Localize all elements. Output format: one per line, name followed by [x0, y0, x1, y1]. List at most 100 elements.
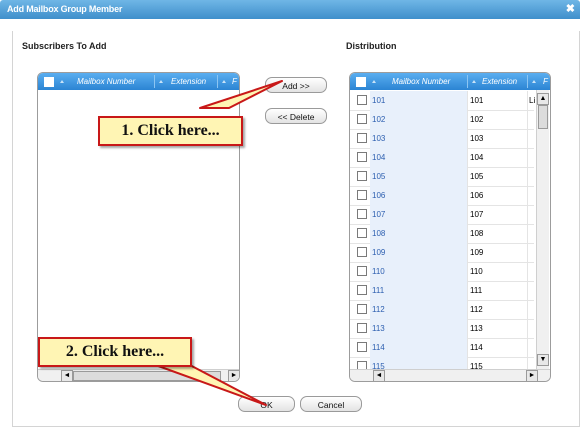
- mailbox-number-cell: 105: [370, 167, 467, 186]
- row-checkbox[interactable]: [357, 152, 367, 162]
- cell-separator: [527, 243, 528, 262]
- cell-separator: [527, 167, 528, 186]
- add-button[interactable]: Add >>: [265, 77, 327, 93]
- cell-separator: [527, 110, 528, 129]
- step2-callout: 2. Click here...: [38, 337, 192, 367]
- close-icon[interactable]: ✖: [566, 2, 575, 15]
- mailbox-number-cell: 114: [370, 338, 467, 357]
- table-row[interactable]: 102 102: [350, 110, 534, 130]
- cell-separator: [527, 129, 528, 148]
- scroll-right-icon[interactable]: ►: [526, 370, 538, 381]
- table-row[interactable]: 104 104: [350, 148, 534, 168]
- extension-cell: 114: [470, 343, 483, 352]
- cell-separator: [527, 91, 528, 110]
- mailbox-number-cell: 109: [370, 243, 467, 262]
- table-row[interactable]: 110 110: [350, 262, 534, 282]
- distribution-grid: Mailbox Number Extension F 101 101 Li 102 10…: [349, 72, 551, 382]
- row-checkbox[interactable]: [357, 266, 367, 276]
- row-checkbox[interactable]: [357, 133, 367, 143]
- mailbox-number-cell: 111: [370, 281, 467, 300]
- row-checkbox[interactable]: [357, 171, 367, 181]
- table-row[interactable]: 103 103: [350, 129, 534, 149]
- table-row[interactable]: 105 105: [350, 167, 534, 187]
- column-first-name[interactable]: F: [543, 73, 548, 90]
- extension-cell: 106: [470, 191, 484, 200]
- scroll-right-icon[interactable]: ►: [228, 370, 239, 381]
- column-extension[interactable]: Extension: [171, 73, 206, 90]
- table-row[interactable]: 109 109: [350, 243, 534, 263]
- first-name-cell: Li: [529, 96, 536, 105]
- extension-cell: 107: [470, 210, 484, 219]
- scroll-down-icon[interactable]: ▼: [537, 354, 549, 366]
- extension-cell: 108: [470, 229, 484, 238]
- mailbox-number-cell: 112: [370, 300, 467, 319]
- cancel-button[interactable]: Cancel: [300, 396, 362, 412]
- row-checkbox[interactable]: [357, 95, 367, 105]
- column-mailbox-number[interactable]: Mailbox Number: [392, 73, 450, 90]
- cell-separator: [527, 262, 528, 281]
- sort-icon: [159, 80, 163, 83]
- subscribers-label: Subscribers To Add: [22, 41, 107, 51]
- table-row[interactable]: 108 108: [350, 224, 534, 244]
- row-checkbox[interactable]: [357, 209, 367, 219]
- row-checkbox[interactable]: [357, 285, 367, 295]
- mailbox-number-cell: 106: [370, 186, 467, 205]
- scroll-thumb[interactable]: [73, 371, 221, 381]
- table-row[interactable]: 114 114: [350, 338, 534, 358]
- row-checkbox[interactable]: [357, 228, 367, 238]
- mailbox-number-cell: 103: [370, 129, 467, 148]
- sort-icon: [472, 80, 476, 83]
- subscribers-hscrollbar[interactable]: ◄ ►: [38, 369, 239, 381]
- extension-cell: 103: [470, 134, 484, 143]
- sort-icon: [372, 80, 376, 83]
- select-all-checkbox[interactable]: [44, 77, 54, 87]
- scroll-thumb[interactable]: [538, 105, 548, 129]
- column-separator: [527, 75, 528, 88]
- mailbox-number-cell: 104: [370, 148, 467, 167]
- table-row[interactable]: 101 101 Li: [350, 91, 536, 111]
- column-separator: [467, 75, 468, 88]
- distribution-label: Distribution: [346, 41, 397, 51]
- select-all-checkbox[interactable]: [356, 77, 366, 87]
- delete-button[interactable]: << Delete: [265, 108, 327, 124]
- cell-separator: [527, 224, 528, 243]
- table-row[interactable]: 111 111: [350, 281, 534, 301]
- row-checkbox[interactable]: [357, 342, 367, 352]
- column-first-name[interactable]: F: [232, 73, 237, 90]
- mailbox-number-cell: 101: [370, 91, 467, 110]
- sort-icon: [222, 80, 226, 83]
- distribution-grid-header: Mailbox Number Extension F: [350, 73, 550, 90]
- cell-separator: [527, 281, 528, 300]
- scroll-left-icon[interactable]: ◄: [61, 370, 73, 381]
- distribution-vscrollbar[interactable]: ▲ ▼: [536, 90, 549, 370]
- mailbox-number-cell: 102: [370, 110, 467, 129]
- row-checkbox[interactable]: [357, 323, 367, 333]
- column-extension[interactable]: Extension: [482, 73, 517, 90]
- cell-separator: [527, 338, 528, 357]
- extension-cell: 101: [470, 96, 484, 105]
- table-row[interactable]: 113 113: [350, 319, 534, 339]
- row-checkbox[interactable]: [357, 247, 367, 257]
- extension-cell: 104: [470, 153, 484, 162]
- column-separator: [217, 75, 218, 88]
- row-checkbox[interactable]: [357, 114, 367, 124]
- extension-cell: 110: [470, 267, 483, 276]
- mailbox-number-cell: 107: [370, 205, 467, 224]
- extension-cell: 109: [470, 248, 484, 257]
- mailbox-number-cell: 110: [370, 262, 467, 281]
- ok-button[interactable]: OK: [238, 396, 295, 412]
- row-checkbox[interactable]: [357, 304, 367, 314]
- table-row[interactable]: 112 112: [350, 300, 534, 320]
- cell-separator: [527, 186, 528, 205]
- table-row[interactable]: 106 106: [350, 186, 534, 206]
- table-row[interactable]: 107 107: [350, 205, 534, 225]
- extension-cell: 102: [470, 115, 484, 124]
- step1-callout: 1. Click here...: [98, 116, 243, 146]
- cell-separator: [527, 319, 528, 338]
- scroll-left-icon[interactable]: ◄: [373, 370, 385, 381]
- scroll-up-icon[interactable]: ▲: [537, 93, 549, 105]
- row-checkbox[interactable]: [357, 190, 367, 200]
- column-mailbox-number[interactable]: Mailbox Number: [77, 73, 135, 90]
- distribution-hscrollbar[interactable]: ◄ ►: [350, 369, 550, 381]
- sort-icon: [60, 80, 64, 83]
